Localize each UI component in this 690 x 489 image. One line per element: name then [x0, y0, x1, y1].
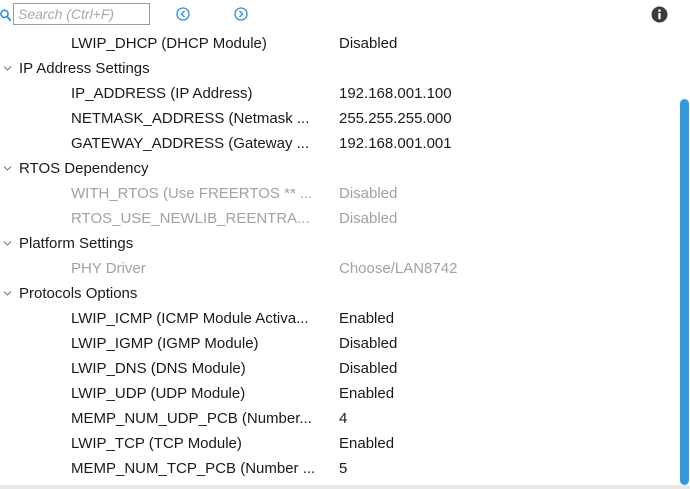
parameter-name: MEMP_NUM_TCP_PCB (Number ... [71, 460, 316, 477]
parameter-row[interactable]: LWIP_TCP (TCP Module) Enabled [0, 431, 678, 456]
parameter-row[interactable]: IP_ADDRESS (IP Address) 192.168.001.100 [0, 81, 678, 106]
parameter-name: LWIP_IGMP (IGMP Module) [71, 335, 259, 352]
parameter-value[interactable]: Disabled [339, 356, 397, 381]
parameter-row[interactable]: LWIP_ICMP (ICMP Module Activa... Enabled [0, 306, 678, 331]
chevron-down-icon[interactable] [3, 290, 12, 297]
parameter-value[interactable]: 192.168.001.001 [339, 131, 452, 156]
previous-match-icon[interactable] [176, 7, 190, 21]
parameter-name: LWIP_TCP (TCP Module) [71, 435, 242, 452]
chevron-down-icon[interactable] [3, 165, 12, 172]
parameter-row[interactable]: RTOS_USE_NEWLIB_REENTRA... Disabled [0, 206, 678, 231]
group-label: Platform Settings [19, 235, 134, 252]
parameter-value[interactable]: Disabled [339, 31, 397, 56]
tree-group-row[interactable]: IP Address Settings [0, 56, 678, 81]
chevron-down-icon[interactable] [3, 65, 12, 72]
parameter-row[interactable]: LWIP_UDP (UDP Module) Enabled [0, 381, 678, 406]
parameter-name: RTOS_USE_NEWLIB_REENTRA... [71, 210, 310, 227]
tree-group-row[interactable]: Platform Settings [0, 231, 678, 256]
parameter-row[interactable]: GATEWAY_ADDRESS (Gateway ... 192.168.001.… [0, 131, 678, 156]
parameter-row[interactable]: MEMP_NUM_TCP_PCB (Number ... 5 [0, 456, 678, 481]
parameter-name: LWIP_DHCP (DHCP Module) [71, 35, 267, 52]
scrollbar-thumb[interactable] [680, 99, 689, 485]
parameter-value[interactable]: Disabled [339, 181, 397, 206]
parameter-tree: LWIP_DHCP (DHCP Module) Disabled IP Addres… [0, 31, 678, 485]
parameter-row[interactable]: LWIP_IGMP (IGMP Module) Disabled [0, 331, 678, 356]
next-match-icon[interactable] [234, 7, 248, 21]
parameter-value[interactable]: Choose/LAN8742 [339, 256, 457, 281]
parameter-name: MEMP_NUM_UDP_PCB (Number... [71, 410, 312, 427]
parameter-name: LWIP_UDP (UDP Module) [71, 385, 246, 402]
parameter-row[interactable]: WITH_RTOS (Use FREERTOS ** ... Disabled [0, 181, 678, 206]
parameter-value[interactable]: Disabled [339, 331, 397, 356]
parameter-row[interactable]: LWIP_DHCP (DHCP Module) Disabled [0, 31, 678, 56]
parameter-name: WITH_RTOS (Use FREERTOS ** ... [71, 185, 313, 202]
parameter-value[interactable]: Enabled [339, 306, 394, 331]
parameter-name: LWIP_DNS (DNS Module) [71, 360, 246, 377]
parameter-value[interactable]: 5 [339, 456, 347, 481]
configuration-panel: LWIP_DHCP (DHCP Module) Disabled IP Addres… [0, 0, 690, 489]
group-label: RTOS Dependency [19, 160, 149, 177]
parameter-value[interactable]: 192.168.001.100 [339, 81, 452, 106]
parameter-name: GATEWAY_ADDRESS (Gateway ... [71, 135, 310, 152]
parameter-row[interactable]: PHY Driver Choose/LAN8742 [0, 256, 678, 281]
group-label: IP Address Settings [19, 60, 150, 77]
parameter-name: LWIP_ICMP (ICMP Module Activa... [71, 310, 309, 327]
parameter-value[interactable]: 4 [339, 406, 347, 431]
parameter-value[interactable]: Disabled [339, 206, 397, 231]
tree-group-row[interactable]: Protocols Options [0, 281, 678, 306]
toolbar [0, 0, 690, 31]
vertical-scrollbar[interactable] [679, 31, 690, 485]
parameter-row[interactable]: NETMASK_ADDRESS (Netmask ... 255.255.255.… [0, 106, 678, 131]
chevron-down-icon[interactable] [3, 240, 12, 247]
horizontal-scroll-track [0, 485, 690, 489]
parameter-value[interactable]: 255.255.255.000 [339, 106, 452, 131]
search-icon[interactable] [0, 9, 11, 22]
search-input[interactable] [13, 3, 150, 25]
parameter-row[interactable]: MEMP_NUM_UDP_PCB (Number... 4 [0, 406, 678, 431]
parameter-name: IP_ADDRESS (IP Address) [71, 85, 253, 102]
parameter-value[interactable]: Enabled [339, 381, 394, 406]
parameter-row[interactable]: LWIP_DNS (DNS Module) Disabled [0, 356, 678, 381]
parameter-name: NETMASK_ADDRESS (Netmask ... [71, 110, 310, 127]
tree-group-row[interactable]: RTOS Dependency [0, 156, 678, 181]
group-label: Protocols Options [19, 285, 138, 302]
parameter-name: PHY Driver [71, 260, 146, 277]
parameter-value[interactable]: Enabled [339, 431, 394, 456]
info-icon[interactable] [651, 6, 668, 23]
